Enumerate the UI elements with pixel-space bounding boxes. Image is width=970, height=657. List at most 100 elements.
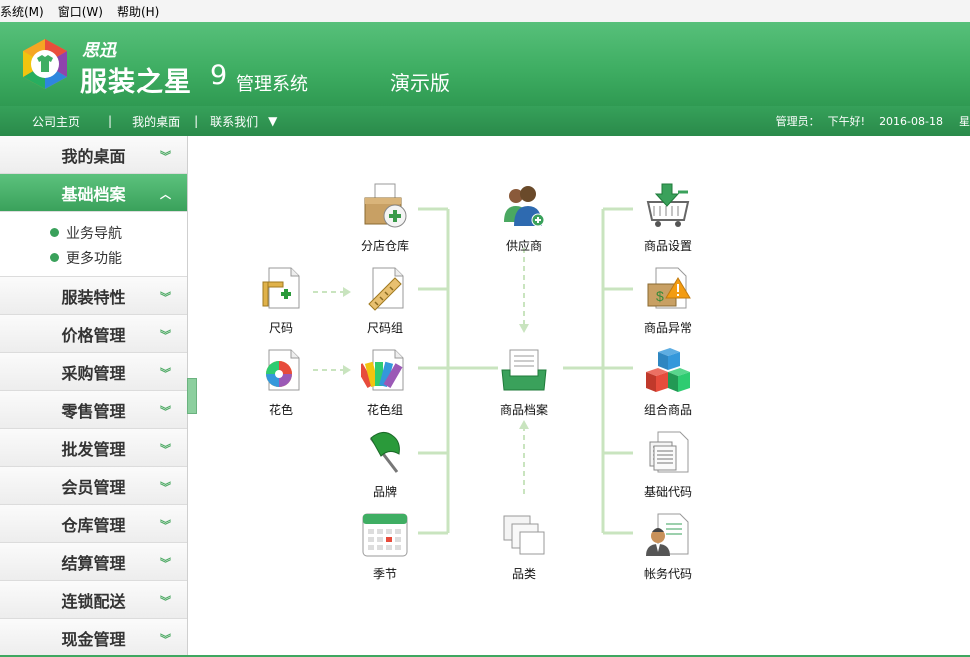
ruler-group-icon <box>368 267 404 311</box>
node-combo-product[interactable]: 组合商品 <box>628 346 708 418</box>
chevron-down-icon: ︾ <box>160 519 171 532</box>
greeting: 下午好! <box>827 115 866 128</box>
node-label: 品类 <box>511 567 536 581</box>
node-label: 尺码组 <box>366 321 403 335</box>
sidebar-item-basic-archive[interactable]: 基础档案 ︿ <box>0 174 187 212</box>
color-wheel-document-icon <box>266 349 300 391</box>
chevron-down-icon: ︾ <box>160 633 171 646</box>
sidebar-item-price[interactable]: 价格管理 ︾ <box>0 315 187 353</box>
sidebar-item-label: 仓库管理 <box>61 515 126 535</box>
node-label: 基础代码 <box>643 485 692 499</box>
node-finance-code[interactable]: 帐务代码 <box>628 510 708 582</box>
sidebar-subitem-business-nav[interactable]: 业务导航 <box>0 220 187 245</box>
node-color-group[interactable]: 花色组 <box>345 346 425 418</box>
menu-help[interactable]: 帮助(H) <box>117 3 159 20</box>
nav-status: 管理员： 下午好! 2016-08-18 星 <box>776 106 970 136</box>
sidebar-item-apparel[interactable]: 服装特性 ︾ <box>0 277 187 315</box>
accountant-icon <box>646 513 689 556</box>
chevron-down-icon: ︾ <box>160 443 171 456</box>
node-color[interactable]: 花色 <box>241 346 321 418</box>
sidebar-item-label: 价格管理 <box>61 325 126 345</box>
svg-text:$: $ <box>656 288 664 304</box>
sidebar-item-warehouse[interactable]: 仓库管理 ︾ <box>0 505 187 543</box>
menu-bar: 系统(M) 窗口(W) 帮助(H) <box>0 0 970 23</box>
sidebar-item-label: 结算管理 <box>61 553 126 573</box>
sidebar-subitem-more[interactable]: 更多功能 <box>0 245 187 270</box>
sidebar: 我的桌面 ︾ 基础档案 ︿ 业务导航 更多功能 服装特性 ︾ 价格管理 ︾ 采购管理 ︾ … <box>0 136 188 657</box>
sidebar-item-my-desk[interactable]: 我的桌面 ︾ <box>0 136 187 174</box>
node-base-code[interactable]: 基础代码 <box>628 428 708 500</box>
node-product-exception[interactable]: $ 商品异常 <box>628 264 708 336</box>
color-palette-icon <box>355 349 404 391</box>
sidebar-item-label: 我的桌面 <box>61 146 126 166</box>
sidebar-item-label: 服装特性 <box>61 287 126 307</box>
nav-separator: | <box>194 114 199 128</box>
nav-bar: 公司主页 | 我的桌面 | 联系我们 ▼ 管理员： 下午好! 2016-08-1… <box>0 106 970 136</box>
nav-desk-link[interactable]: 我的桌面 <box>132 113 180 130</box>
node-size[interactable]: 尺码 <box>241 264 321 336</box>
node-product-settings[interactable]: 商品设置 <box>628 182 708 254</box>
chevron-down-icon: ︾ <box>160 405 171 418</box>
chevron-down-icon: ︾ <box>160 329 171 342</box>
node-label: 品牌 <box>372 485 397 499</box>
ruler-document-icon <box>262 267 300 309</box>
sidebar-item-label: 现金管理 <box>61 629 126 649</box>
date: 2016-08-18 <box>879 114 943 128</box>
chevron-down-icon: ︾ <box>160 481 171 494</box>
nav-contact-link[interactable]: 联系我们 <box>210 113 258 130</box>
dropdown-arrow-icon[interactable]: ▼ <box>268 114 277 128</box>
node-size-group[interactable]: 尺码组 <box>345 264 425 336</box>
sidebar-subitem-label: 更多功能 <box>66 250 122 267</box>
sidebar-item-chain-delivery[interactable]: 连锁配送 ︾ <box>0 581 187 619</box>
menu-system[interactable]: 系统(M) <box>0 3 44 20</box>
sidebar-item-retail[interactable]: 零售管理 ︾ <box>0 391 187 429</box>
node-brand[interactable]: 品牌 <box>345 428 425 500</box>
brand-version: 9 <box>210 60 228 91</box>
nav-home-link[interactable]: 公司主页 <box>32 113 80 130</box>
edition-label: 演示版 <box>390 71 450 95</box>
node-product-archive[interactable]: 商品档案 <box>484 346 564 418</box>
documents-text-icon <box>649 431 689 473</box>
menu-window[interactable]: 窗口(W) <box>58 3 103 20</box>
node-label: 尺码 <box>268 321 293 335</box>
bullet-icon <box>50 253 59 262</box>
sidebar-item-label: 会员管理 <box>61 477 126 497</box>
sidebar-subitem-label: 业务导航 <box>66 225 122 242</box>
sidebar-item-cash[interactable]: 现金管理 ︾ <box>0 619 187 657</box>
box-warning-icon: $ <box>647 267 691 309</box>
flow-panel: 尺码 花色 分店仓库 尺码组 花色组 品牌 季节 供应商 商品档案 品类 商品设… <box>188 136 970 657</box>
flag-icon <box>369 432 400 473</box>
sidebar-item-member[interactable]: 会员管理 ︾ <box>0 467 187 505</box>
node-warehouse[interactable]: 分店仓库 <box>345 182 425 254</box>
chevron-down-icon: ︾ <box>160 595 171 608</box>
sidebar-item-label: 连锁配送 <box>61 591 126 611</box>
node-label: 季节 <box>372 567 397 581</box>
sidebar-item-purchase[interactable]: 采购管理 ︾ <box>0 353 187 391</box>
sidebar-item-wholesale[interactable]: 批发管理 ︾ <box>0 429 187 467</box>
calendar-icon <box>362 513 408 557</box>
cubes-icon <box>646 348 690 392</box>
node-supplier[interactable]: 供应商 <box>484 182 564 254</box>
node-label: 商品设置 <box>643 239 692 253</box>
documents-icon <box>503 515 545 555</box>
sidebar-item-label: 零售管理 <box>61 401 126 421</box>
node-label: 商品异常 <box>643 321 692 335</box>
app-logo-icon <box>23 39 67 89</box>
cart-download-icon <box>646 183 690 227</box>
node-season[interactable]: 季节 <box>345 510 425 582</box>
warehouse-box-icon <box>364 183 407 228</box>
bullet-icon <box>50 228 59 237</box>
users-add-icon <box>504 186 545 227</box>
node-label: 组合商品 <box>643 403 692 417</box>
admin-label: 管理员： <box>775 115 820 128</box>
chevron-down-icon: ︾ <box>160 367 171 380</box>
node-label: 花色组 <box>366 403 403 417</box>
node-category[interactable]: 品类 <box>484 510 564 582</box>
node-label: 商品档案 <box>499 403 548 417</box>
brand-name: 服装之星 <box>80 67 192 98</box>
node-label: 分店仓库 <box>360 239 409 253</box>
sidebar-item-settlement[interactable]: 结算管理 ︾ <box>0 543 187 581</box>
chevron-down-icon: ︾ <box>160 557 171 570</box>
chevron-down-icon: ︾ <box>160 150 171 163</box>
app-banner: 思迅 服装之星 9 管理系统 演示版 <box>0 22 970 106</box>
